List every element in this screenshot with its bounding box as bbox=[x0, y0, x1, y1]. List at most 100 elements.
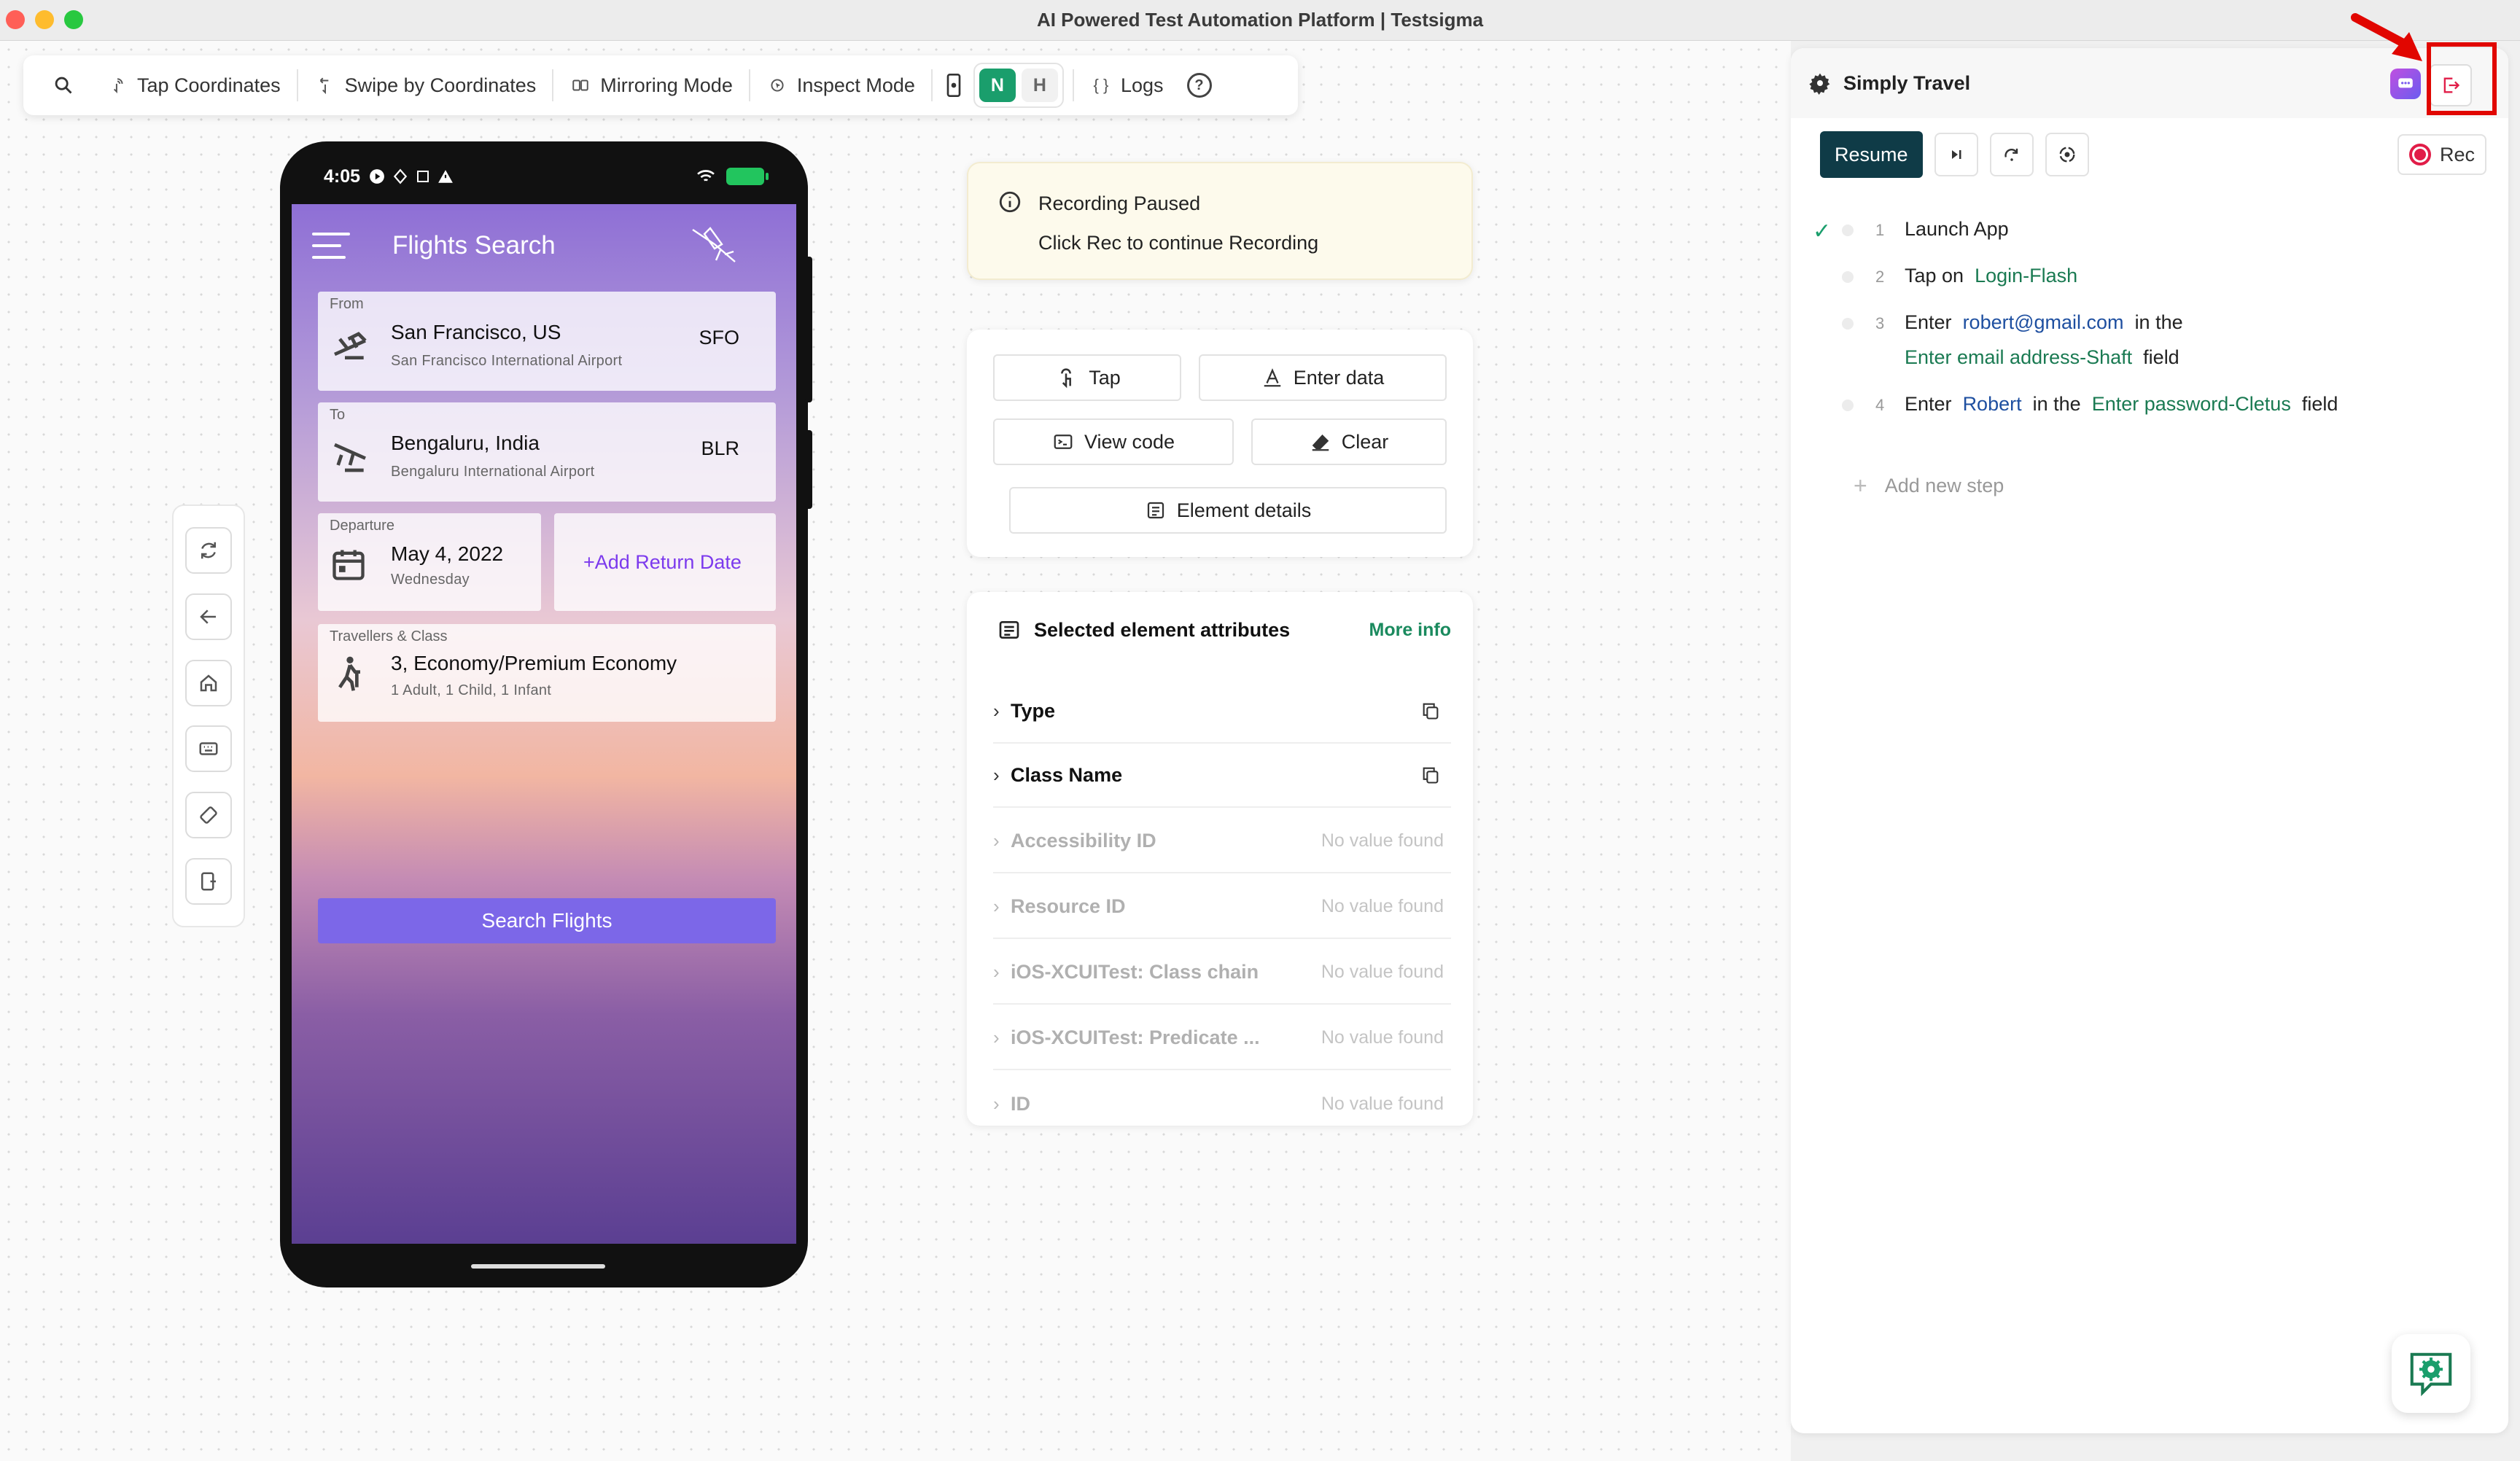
attributes-title: Selected element attributes bbox=[1034, 618, 1291, 641]
departure-day: Wednesday bbox=[391, 572, 470, 588]
copy-icon[interactable] bbox=[1420, 765, 1441, 785]
test-step-2[interactable]: 2 Tap on Login-Flash bbox=[1813, 265, 2077, 293]
device-icon[interactable] bbox=[943, 74, 965, 97]
test-step-4[interactable]: 4 Enter Robert in the Enter password-Cle… bbox=[1813, 393, 2338, 421]
eraser-icon bbox=[1312, 435, 1329, 451]
chat-icon bbox=[2398, 78, 2413, 88]
home-button[interactable] bbox=[185, 659, 232, 706]
mirroring-mode-label: Mirroring Mode bbox=[600, 74, 733, 96]
attribute-value: No value found bbox=[1321, 895, 1444, 916]
attribute-row-resource-id: › Resource ID No value found bbox=[993, 875, 1451, 939]
capture-button[interactable] bbox=[2045, 133, 2089, 176]
departure-card[interactable]: Departure May 4, 2022 Wednesday bbox=[318, 513, 541, 611]
hybrid-mode-button[interactable]: H bbox=[1021, 69, 1058, 102]
red-arrow-annotation-icon bbox=[2351, 13, 2422, 61]
refresh-button[interactable] bbox=[185, 527, 232, 574]
travellers-value: 3, Economy/Premium Economy bbox=[391, 652, 677, 674]
refresh-icon bbox=[201, 542, 216, 559]
attribute-row-type[interactable]: › Type bbox=[993, 679, 1451, 744]
native-mode-button[interactable]: N bbox=[979, 69, 1016, 102]
phone-side-button bbox=[805, 257, 812, 402]
add-return-date-card[interactable]: +Add Return Date bbox=[554, 513, 776, 611]
tap-button[interactable]: Tap bbox=[993, 354, 1181, 401]
battery-icon bbox=[726, 168, 769, 185]
skip-next-icon bbox=[1951, 150, 1961, 159]
warning-status-icon bbox=[438, 170, 453, 183]
test-step-1[interactable]: ✓ 1 Launch App bbox=[1813, 218, 2009, 246]
copy-icon[interactable] bbox=[1420, 701, 1441, 721]
chevron-right-icon: › bbox=[993, 895, 1000, 917]
chevron-right-icon: › bbox=[993, 1026, 1000, 1048]
attribute-value: No value found bbox=[1321, 1026, 1444, 1048]
swipe-by-coordinates-button[interactable]: Swipe by Coordinates bbox=[298, 69, 553, 102]
tap-icon bbox=[106, 74, 128, 96]
keyboard-button[interactable] bbox=[185, 725, 232, 773]
inspect-mode-label: Inspect Mode bbox=[796, 74, 915, 96]
redo-button[interactable] bbox=[1989, 133, 2034, 176]
mode-toggle-group: N H bbox=[973, 63, 1064, 108]
home-indicator[interactable] bbox=[471, 1264, 605, 1269]
rec-button[interactable]: Rec bbox=[2397, 134, 2486, 175]
to-label: To bbox=[330, 407, 346, 423]
travellers-card[interactable]: Travellers & Class 3, Economy/Premium Ec… bbox=[318, 624, 776, 722]
attribute-row-predicate: › iOS-XCUITest: Predicate ... No value f… bbox=[993, 1006, 1451, 1070]
step-handle bbox=[1842, 271, 1854, 283]
phone-screen: Flights Search From San Francisco, US Sa… bbox=[292, 204, 796, 1244]
gear-logo-icon bbox=[1809, 73, 1830, 95]
to-city: Bengaluru, India bbox=[391, 432, 540, 454]
minimize-window-button[interactable] bbox=[35, 10, 54, 29]
logs-button[interactable]: { } Logs bbox=[1074, 69, 1180, 102]
tap-coordinates-button[interactable]: Tap Coordinates bbox=[90, 69, 297, 102]
close-window-button[interactable] bbox=[6, 10, 25, 29]
from-card[interactable]: From San Francisco, US San Francisco Int… bbox=[318, 292, 776, 391]
device-side-controls bbox=[172, 504, 245, 927]
divider bbox=[930, 69, 933, 101]
clear-button[interactable]: Clear bbox=[1251, 418, 1447, 465]
element-actions-panel: Tap Enter data View code Clear Element d… bbox=[967, 330, 1473, 557]
from-city: San Francisco, US bbox=[391, 321, 561, 343]
record-icon bbox=[2408, 144, 2431, 165]
to-card[interactable]: To Bengaluru, India Bengaluru Internatio… bbox=[318, 402, 776, 502]
enter-data-button[interactable]: Enter data bbox=[1199, 354, 1447, 401]
step-text: Enter robert@gmail.com in the Enter emai… bbox=[1905, 311, 2183, 368]
home-icon bbox=[200, 674, 217, 691]
menu-icon[interactable] bbox=[312, 233, 350, 259]
search-flights-button[interactable]: Search Flights bbox=[318, 898, 776, 943]
help-icon[interactable]: ? bbox=[1186, 73, 1212, 98]
install-app-button[interactable] bbox=[185, 857, 232, 905]
recorder-card: Simply Travel Resume Rec ✓ 1 Launch App … bbox=[1791, 48, 2508, 1433]
more-info-link[interactable]: More info bbox=[1369, 620, 1452, 641]
from-code: SFO bbox=[699, 327, 739, 348]
view-code-button[interactable]: View code bbox=[993, 418, 1234, 465]
search-button[interactable] bbox=[36, 69, 90, 102]
step-over-button[interactable] bbox=[1934, 133, 1978, 176]
tap-label: Tap bbox=[1089, 366, 1121, 389]
attribute-row-class-name[interactable]: › Class Name bbox=[993, 744, 1451, 808]
chevron-right-icon: › bbox=[993, 829, 1000, 852]
floating-settings-button[interactable] bbox=[2392, 1334, 2470, 1413]
calendar-icon bbox=[332, 550, 365, 580]
step-number: 4 bbox=[1875, 396, 1885, 414]
chat-button[interactable] bbox=[2390, 69, 2421, 99]
add-new-step-button[interactable]: + Add new step bbox=[1854, 472, 2004, 499]
element-details-button[interactable]: Element details bbox=[1009, 487, 1447, 534]
tap-coordinates-label: Tap Coordinates bbox=[137, 74, 281, 96]
code-icon bbox=[1054, 435, 1073, 449]
attributes-icon bbox=[999, 621, 1019, 639]
add-new-step-label: Add new step bbox=[1884, 475, 2004, 496]
add-return-date-link[interactable]: +Add Return Date bbox=[583, 551, 742, 574]
inspect-icon bbox=[766, 74, 788, 96]
app-header: Flights Search bbox=[292, 204, 796, 287]
attribute-value: No value found bbox=[1321, 1093, 1444, 1114]
rotate-button[interactable] bbox=[185, 791, 232, 838]
inspect-mode-button[interactable]: Inspect Mode bbox=[750, 69, 931, 102]
maximize-window-button[interactable] bbox=[64, 10, 83, 29]
resume-button[interactable]: Resume bbox=[1820, 131, 1923, 178]
test-step-3[interactable]: 3 Enter robert@gmail.com in the Enter em… bbox=[1813, 311, 2183, 375]
redo-icon bbox=[2004, 148, 2018, 161]
text-input-icon bbox=[1264, 368, 1280, 387]
app-title: Flights Search bbox=[392, 231, 556, 260]
mirroring-mode-button[interactable]: Mirroring Mode bbox=[553, 69, 749, 102]
back-button[interactable] bbox=[185, 593, 232, 640]
rotate-icon bbox=[200, 806, 217, 824]
